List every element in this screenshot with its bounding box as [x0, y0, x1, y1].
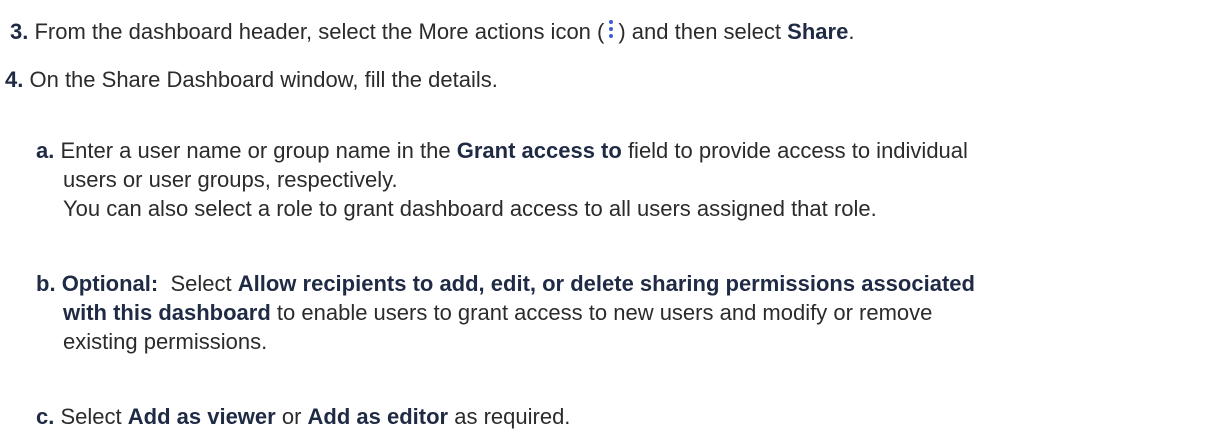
add-as-viewer-label: Add as viewer — [127, 404, 276, 429]
add-as-editor-label: Add as editor — [307, 404, 449, 429]
substep-label: a. — [36, 138, 55, 163]
step-text: On the Share Dashboard window, fill the … — [29, 67, 498, 92]
substep-a-line-1: a. Enter a user name or group name in th… — [36, 136, 968, 166]
allow-recipients-label: Allow recipients to add, edit, or delete… — [237, 271, 975, 296]
substep-c: c. Select Add as viewer or Add as editor… — [36, 402, 570, 432]
substep-b-line-2: with this dashboard to enable users to g… — [63, 298, 932, 328]
substep-text: users or user groups, respectively. — [63, 167, 398, 192]
step-number: 3. — [10, 19, 29, 44]
substep-text: Select — [170, 271, 232, 296]
step-text: ) and then select — [618, 19, 782, 44]
substep-text: to enable users to grant access to new u… — [276, 300, 933, 325]
step-text-end: . — [848, 19, 855, 44]
substep-label: c. — [36, 404, 55, 429]
substep-text: You can also select a role to grant dash… — [63, 196, 877, 221]
substep-b-line-3: existing permissions. — [63, 327, 267, 357]
substep-text: as required. — [454, 404, 571, 429]
substep-text: field to provide access to individual — [627, 138, 968, 163]
substep-text: existing permissions. — [63, 329, 268, 354]
substep-a-line-2: users or user groups, respectively. — [63, 165, 398, 195]
substep-label: b. — [36, 271, 56, 296]
substep-b-line-1: b. Optional: Select Allow recipients to … — [36, 269, 975, 299]
step-4: 4. On the Share Dashboard window, fill t… — [5, 65, 498, 95]
substep-text: Select — [60, 404, 122, 429]
substep-text: or — [281, 404, 302, 429]
step-number: 4. — [5, 67, 24, 92]
grant-access-to-label: Grant access to — [456, 138, 622, 163]
substep-a-line-3: You can also select a role to grant dash… — [63, 194, 877, 224]
substep-text: Enter a user name or group name in the — [60, 138, 451, 163]
more-actions-kebab-icon — [606, 18, 616, 42]
allow-recipients-label-cont: with this dashboard — [63, 300, 271, 325]
share-label: Share — [787, 19, 849, 44]
optional-label: Optional: — [61, 271, 159, 296]
step-3: 3. From the dashboard header, select the… — [10, 17, 854, 47]
step-text: From the dashboard header, select the Mo… — [34, 19, 605, 44]
